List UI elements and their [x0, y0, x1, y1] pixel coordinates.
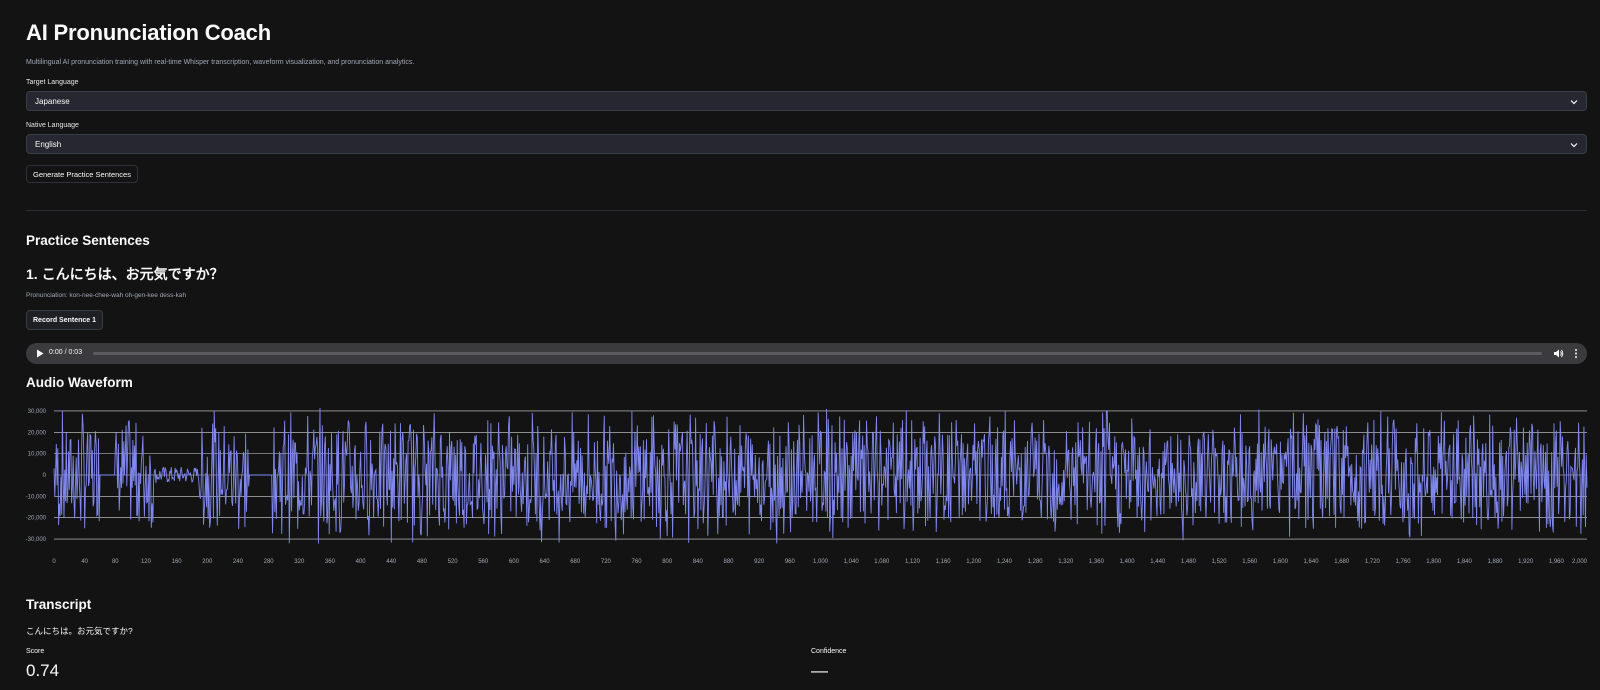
pronunciation-hint: Pronunciation: kon-nee-chee-wah oh-gen-k…: [26, 292, 187, 299]
transcript-text: こんにちは。お元気ですか?: [26, 626, 133, 636]
y-tick-label: 20,000: [28, 430, 47, 436]
x-axis: 0 40 80 120 160 200 240 280 320 360 400 440 480 520 56…: [52, 559, 1587, 565]
x-tick-label: 1,640: [1304, 559, 1320, 565]
volume-icon[interactable]: [1553, 348, 1564, 359]
page-title: AI Pronunciation Coach: [26, 20, 271, 45]
x-tick-label: 280: [264, 559, 275, 565]
waveform-chart: 30,000 20,000 10,000 0 -10,000 -20,000 -30,000…: [26, 407, 1588, 565]
x-tick-label: 320: [294, 559, 305, 565]
transcript-heading: Transcript: [26, 597, 92, 612]
sentence-title: 1. こんにちは、お元気ですか？: [26, 266, 224, 282]
x-tick-label: 600: [509, 559, 520, 565]
more-options-icon[interactable]: [1573, 348, 1579, 359]
confidence-value: —: [811, 661, 828, 680]
app-main: AI Pronunciation Coach Multilingual AI p…: [0, 0, 1600, 690]
score-value: 0.74: [26, 661, 60, 680]
x-tick-label: 840: [693, 559, 704, 565]
x-tick-label: 2,000: [1572, 559, 1588, 565]
x-tick-label: 1,560: [1242, 559, 1258, 565]
x-tick-label: 520: [448, 559, 459, 565]
target-language-value: Japanese: [35, 96, 70, 106]
x-tick-label: 1,080: [874, 559, 890, 565]
x-tick-label: 1,680: [1334, 559, 1350, 565]
waveform-heading: Audio Waveform: [26, 375, 133, 390]
native-language-value: English: [35, 139, 62, 149]
target-language-label: Target Language: [26, 79, 79, 86]
x-tick-label: 1,200: [966, 559, 982, 565]
generate-sentences-button[interactable]: Generate Practice Sentences: [26, 165, 138, 183]
y-tick-label: -30,000: [26, 537, 47, 543]
y-tick-label: 10,000: [28, 452, 47, 458]
x-tick-label: 720: [601, 559, 612, 565]
x-tick-label: 1,840: [1457, 559, 1473, 565]
x-tick-label: 680: [570, 559, 581, 565]
audio-player: 0:00 / 0:03: [26, 343, 1587, 364]
waveform-series-line: [53, 407, 1588, 544]
audio-time: 0:00 / 0:03: [49, 349, 83, 356]
x-tick-label: 1,040: [844, 559, 860, 565]
x-tick-label: 1,120: [905, 559, 921, 565]
x-tick-label: 560: [478, 559, 489, 565]
x-tick-label: 400: [356, 559, 367, 565]
x-tick-label: 800: [662, 559, 673, 565]
audio-seek-bar[interactable]: [93, 352, 1542, 355]
x-tick-label: 1,280: [1028, 559, 1044, 565]
x-tick-label: 640: [540, 559, 551, 565]
x-tick-label: 1,000: [813, 559, 829, 565]
y-tick-label: -10,000: [26, 494, 47, 500]
x-tick-label: 1,160: [936, 559, 952, 565]
x-tick-label: 80: [112, 559, 119, 565]
page-subtitle: Multilingual AI pronunciation training w…: [26, 59, 415, 66]
x-tick-label: 1,360: [1089, 559, 1105, 565]
y-tick-label: -20,000: [26, 516, 47, 522]
x-tick-label: 1,320: [1058, 559, 1074, 565]
x-tick-label: 40: [81, 559, 88, 565]
x-tick-label: 1,440: [1150, 559, 1166, 565]
y-tick-label: 0: [43, 473, 47, 479]
x-tick-label: 1,720: [1365, 559, 1381, 565]
x-tick-label: 1,480: [1181, 559, 1197, 565]
x-tick-label: 1,960: [1549, 559, 1565, 565]
x-tick-label: 1,600: [1273, 559, 1289, 565]
x-tick-label: 240: [233, 559, 244, 565]
x-tick-label: 200: [202, 559, 213, 565]
y-axis: 30,000 20,000 10,000 0 -10,000 -20,000 -30,000: [26, 409, 47, 543]
x-tick-label: 880: [724, 559, 735, 565]
native-language-label: Native Language: [26, 122, 79, 129]
x-tick-label: 760: [632, 559, 643, 565]
x-tick-label: 920: [754, 559, 765, 565]
x-tick-label: 360: [325, 559, 336, 565]
x-tick-label: 960: [785, 559, 796, 565]
x-tick-label: 0: [52, 559, 56, 565]
x-tick-label: 1,240: [997, 559, 1013, 565]
y-tick-label: 30,000: [28, 409, 47, 415]
score-label: Score: [26, 648, 45, 655]
x-tick-label: 120: [141, 559, 152, 565]
x-tick-label: 1,760: [1396, 559, 1412, 565]
play-icon[interactable]: [36, 349, 44, 358]
chevron-down-icon: [1570, 100, 1578, 105]
x-tick-label: 1,800: [1426, 559, 1442, 565]
x-tick-label: 1,880: [1488, 559, 1504, 565]
x-tick-label: 1,520: [1212, 559, 1228, 565]
native-language-select[interactable]: English: [26, 134, 1587, 154]
practice-sentences-heading: Practice Sentences: [26, 233, 150, 248]
x-tick-label: 1,920: [1518, 559, 1534, 565]
x-tick-label: 1,400: [1120, 559, 1136, 565]
confidence-label: Confidence: [811, 648, 847, 655]
x-tick-label: 160: [172, 559, 183, 565]
section-divider: [26, 210, 1587, 211]
target-language-select[interactable]: Japanese: [26, 91, 1587, 111]
chevron-down-icon: [1570, 143, 1578, 148]
x-tick-label: 480: [417, 559, 428, 565]
x-tick-label: 440: [386, 559, 397, 565]
record-sentence-button[interactable]: Record Sentence 1: [26, 310, 104, 330]
